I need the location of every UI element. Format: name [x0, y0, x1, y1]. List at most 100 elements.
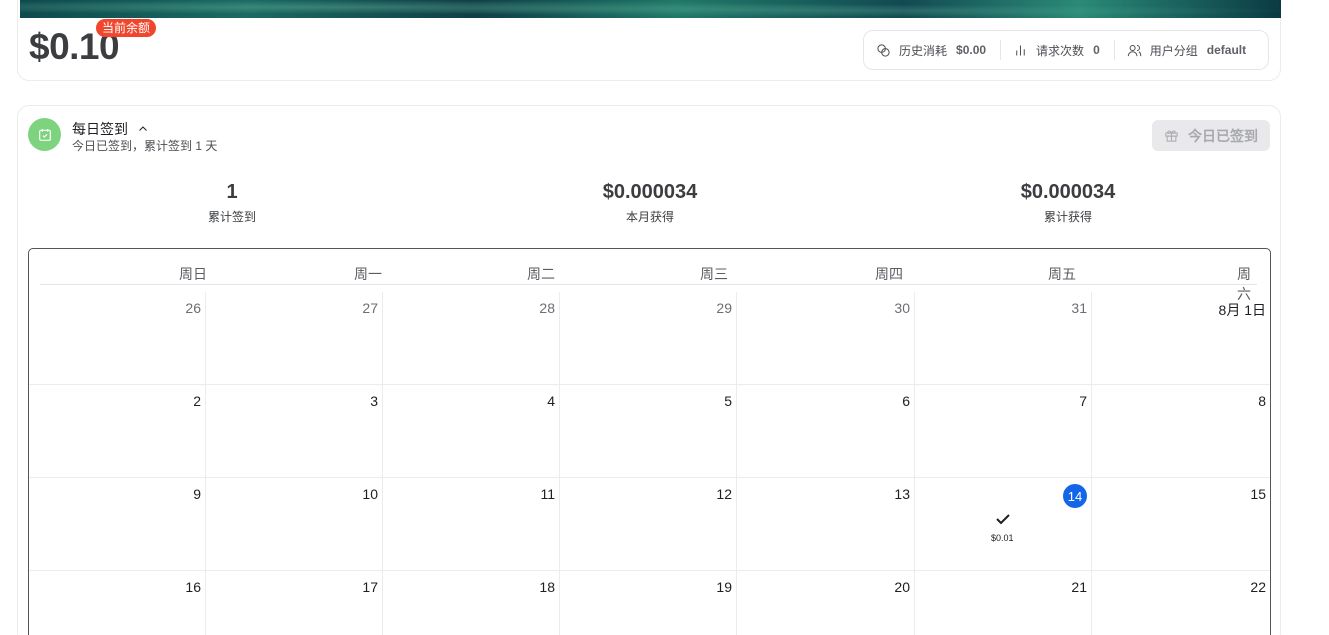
checkin-button-label: 今日已签到 — [1188, 127, 1258, 144]
checkmark-icon — [996, 512, 1010, 525]
stat-request-count: 请求次数 0 — [1001, 31, 1114, 69]
weekday-label: 周四 — [875, 266, 903, 282]
calendar-date: 31 — [1071, 300, 1087, 316]
calendar-day-cell[interactable]: 5 — [560, 385, 737, 478]
coins-icon — [877, 43, 890, 57]
summary-month-earned: $0.000034 本月获得 — [550, 181, 750, 225]
calendar-date: 7 — [1079, 393, 1087, 409]
calendar-day-cell[interactable]: 26 — [29, 292, 206, 385]
balance-badge: 当前余额 — [96, 19, 157, 37]
calendar-date: 26 — [185, 300, 201, 316]
calendar-date: 28 — [539, 300, 555, 316]
checkin-subtitle: 今日已签到，累计签到 1 天 — [72, 139, 218, 153]
summary-label: 本月获得 — [625, 210, 674, 224]
checkin-reward: $0.01 — [991, 533, 1014, 543]
checkin-calendar: 周日 周一 周二 周三 周四 周五 周六 26 27 28 29 30 31 8月 1日 2 3… — [28, 248, 1271, 635]
calendar-week-row: 9 10 11 12 13 $0.01 14 15 — [29, 478, 1270, 571]
chevron-up-icon — [139, 126, 147, 131]
summary-total-days: 1 累计签到 — [132, 181, 332, 225]
calendar-date: 13 — [894, 486, 910, 502]
stat-label: 用户分组 — [1149, 43, 1198, 58]
calendar-week-row: 2 3 4 5 6 7 8 — [29, 385, 1270, 478]
calendar-day-cell[interactable]: 13 — [737, 478, 915, 571]
calendar-day-cell-today[interactable]: $0.01 14 — [915, 478, 1092, 571]
calendar-day-cell[interactable]: 28 — [383, 292, 560, 385]
calendar-day-cell[interactable]: 15 — [1092, 478, 1270, 571]
calendar-day-cell[interactable]: 22 — [1092, 571, 1270, 635]
calendar-day-cell[interactable]: 12 — [560, 478, 737, 571]
calendar-date: 5 — [724, 393, 732, 409]
calendar-date: 17 — [362, 579, 378, 595]
users-icon — [1127, 44, 1141, 56]
summary-label: 累计签到 — [207, 210, 256, 224]
calendar-day-cell[interactable]: 31 — [915, 292, 1092, 385]
calendar-day-cell[interactable]: 8 — [1092, 385, 1270, 478]
calendar-day-cell[interactable]: 27 — [206, 292, 383, 385]
calendar-date: 27 — [362, 300, 378, 316]
calendar-day-cell[interactable]: 16 — [29, 571, 206, 635]
calendar-date: 4 — [547, 393, 555, 409]
calendar-day-cell[interactable]: 18 — [383, 571, 560, 635]
summary-value: 1 — [226, 181, 238, 203]
calendar-day-cell[interactable]: 2 — [29, 385, 206, 478]
gift-icon — [1165, 130, 1178, 142]
calendar-day-cell[interactable]: 8月 1日 — [1092, 292, 1270, 385]
calendar-day-cell[interactable]: 11 — [383, 478, 560, 571]
calendar-week-row: 26 27 28 29 30 31 8月 1日 — [29, 292, 1270, 385]
calendar-date: 12 — [716, 486, 732, 502]
calendar-date: 16 — [185, 579, 201, 595]
calendar-date: 11 — [540, 486, 555, 502]
calendar-date: 15 — [1250, 486, 1266, 502]
summary-value: $0.000034 — [1020, 181, 1116, 203]
stat-history-spend: 历史消耗 $0.00 — [864, 31, 1000, 69]
calendar-week-row: 16 17 18 19 20 21 22 — [29, 571, 1270, 635]
balance-card: $0.10 当前余额 历史消耗 $0.00 请求次数 0 用户分组 defaul… — [17, 0, 1281, 81]
calendar-date: 20 — [894, 579, 910, 595]
stat-label: 历史消耗 — [899, 43, 948, 58]
calendar-date: 9 — [193, 486, 201, 502]
checkin-toggle[interactable]: 每日签到 — [72, 119, 149, 139]
calendar-day-cell[interactable]: 3 — [206, 385, 383, 478]
weekday-label: 周一 — [354, 266, 382, 282]
calendar-date: 6 — [902, 393, 910, 409]
calendar-day-cell[interactable]: 7 — [915, 385, 1092, 478]
calendar-weekday-header: 周日 周一 周二 周三 周四 周五 周六 — [40, 249, 1257, 302]
calendar-date: 21 — [1071, 579, 1087, 595]
calendar-day-cell[interactable]: 6 — [737, 385, 915, 478]
calendar-day-cell[interactable]: 30 — [737, 292, 915, 385]
summary-total-earned: $0.000034 累计获得 — [968, 181, 1168, 225]
stat-value: default — [1206, 43, 1247, 57]
calendar-date: 3 — [370, 393, 378, 409]
calendar-check-icon — [28, 118, 61, 151]
calendar-day-cell[interactable]: 19 — [560, 571, 737, 635]
stat-user-group: 用户分组 default — [1115, 31, 1260, 69]
weekday-label: 周日 — [179, 266, 207, 282]
stat-value: 0 — [1093, 43, 1100, 57]
stat-label: 请求次数 — [1036, 43, 1085, 58]
calendar-day-cell[interactable]: 20 — [737, 571, 915, 635]
calendar-date: 19 — [716, 579, 732, 595]
checkin-button[interactable]: 今日已签到 — [1152, 120, 1270, 151]
calendar-date: 8月 1日 — [1218, 302, 1266, 318]
calendar-date: 18 — [539, 579, 555, 595]
calendar-date: 8 — [1258, 393, 1266, 409]
header-banner — [20, 0, 1281, 18]
daily-checkin-card: 每日签到 今日已签到，累计签到 1 天 今日已签到 1 累计签到 $0.0000… — [17, 105, 1281, 635]
usage-stats: 历史消耗 $0.00 请求次数 0 用户分组 default — [863, 30, 1269, 70]
calendar-day-cell[interactable]: 29 — [560, 292, 737, 385]
weekday-label: 周二 — [527, 266, 555, 282]
calendar-day-cell[interactable]: 17 — [206, 571, 383, 635]
summary-value: $0.000034 — [602, 181, 698, 203]
calendar-day-cell[interactable]: 9 — [29, 478, 206, 571]
weekday-label: 周五 — [1048, 266, 1076, 282]
calendar-date: 14 — [1063, 484, 1087, 508]
calendar-date: 29 — [716, 300, 732, 316]
calendar-date: 22 — [1250, 579, 1266, 595]
calendar-date: 2 — [193, 393, 201, 409]
calendar-day-cell[interactable]: 21 — [915, 571, 1092, 635]
summary-label: 累计获得 — [1043, 210, 1092, 224]
bar-chart-icon — [1016, 45, 1025, 55]
calendar-day-cell[interactable]: 10 — [206, 478, 383, 571]
calendar-day-cell[interactable]: 4 — [383, 385, 560, 478]
stat-value: $0.00 — [956, 43, 987, 57]
